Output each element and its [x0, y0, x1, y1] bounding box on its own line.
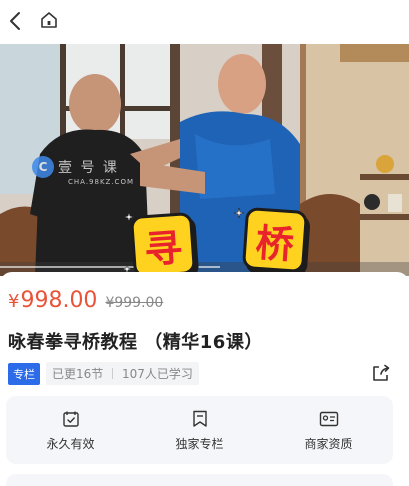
home-icon	[41, 12, 57, 28]
chevron-left-icon	[10, 12, 20, 30]
watermark-logo-icon: C	[32, 156, 54, 178]
column-tag: 专栏	[8, 362, 40, 385]
updated-count: 已更16节	[52, 367, 104, 381]
course-meta-row: 专栏 已更16节 107人已学习	[8, 362, 199, 385]
id-card-icon	[319, 409, 339, 429]
next-section-panel	[6, 474, 393, 486]
sparkle-icon	[234, 208, 244, 218]
feature-panel: 永久有效 独家专栏 商家资质	[6, 396, 393, 464]
course-cover-image[interactable]: C 壹 号 课 CHA.98KZ.COM 寻 桥	[0, 44, 409, 276]
course-title: 咏春拳寻桥教程 （精华16课）	[8, 332, 263, 353]
feature-permanent[interactable]: 永久有效	[6, 396, 135, 464]
feature-label: 商家资质	[304, 436, 353, 451]
feature-merchant-qualification[interactable]: 商家资质	[264, 396, 393, 464]
watermark-text: 壹 号 课	[58, 160, 119, 176]
price-row: ¥998.00 ¥999.00	[8, 288, 163, 313]
sticker-qiao: 桥	[241, 206, 309, 274]
share-icon	[373, 364, 390, 381]
sticker-xun: 寻	[129, 211, 197, 276]
learner-count: 107人已学习	[121, 367, 193, 381]
meta-info: 已更16节 107人已学习	[46, 362, 199, 385]
feature-label: 独家专栏	[175, 436, 224, 451]
feature-exclusive[interactable]: 独家专栏	[135, 396, 264, 464]
current-price: ¥998.00	[8, 288, 98, 313]
watermark: C 壹 号 课 CHA.98KZ.COM	[32, 156, 133, 186]
top-nav-bar	[0, 0, 409, 44]
calendar-check-icon	[61, 409, 81, 429]
share-button[interactable]	[371, 363, 391, 383]
bookmark-icon	[190, 409, 210, 429]
sparkle-icon	[124, 212, 134, 222]
feature-label: 永久有效	[46, 436, 95, 451]
back-button[interactable]	[4, 8, 26, 34]
product-info-card: ¥998.00 ¥999.00 咏春拳寻桥教程 （精华16课） 专栏 已更16节…	[0, 272, 409, 486]
original-price: ¥999.00	[105, 295, 164, 311]
home-button[interactable]	[38, 9, 60, 31]
watermark-url: CHA.98KZ.COM	[68, 178, 134, 186]
